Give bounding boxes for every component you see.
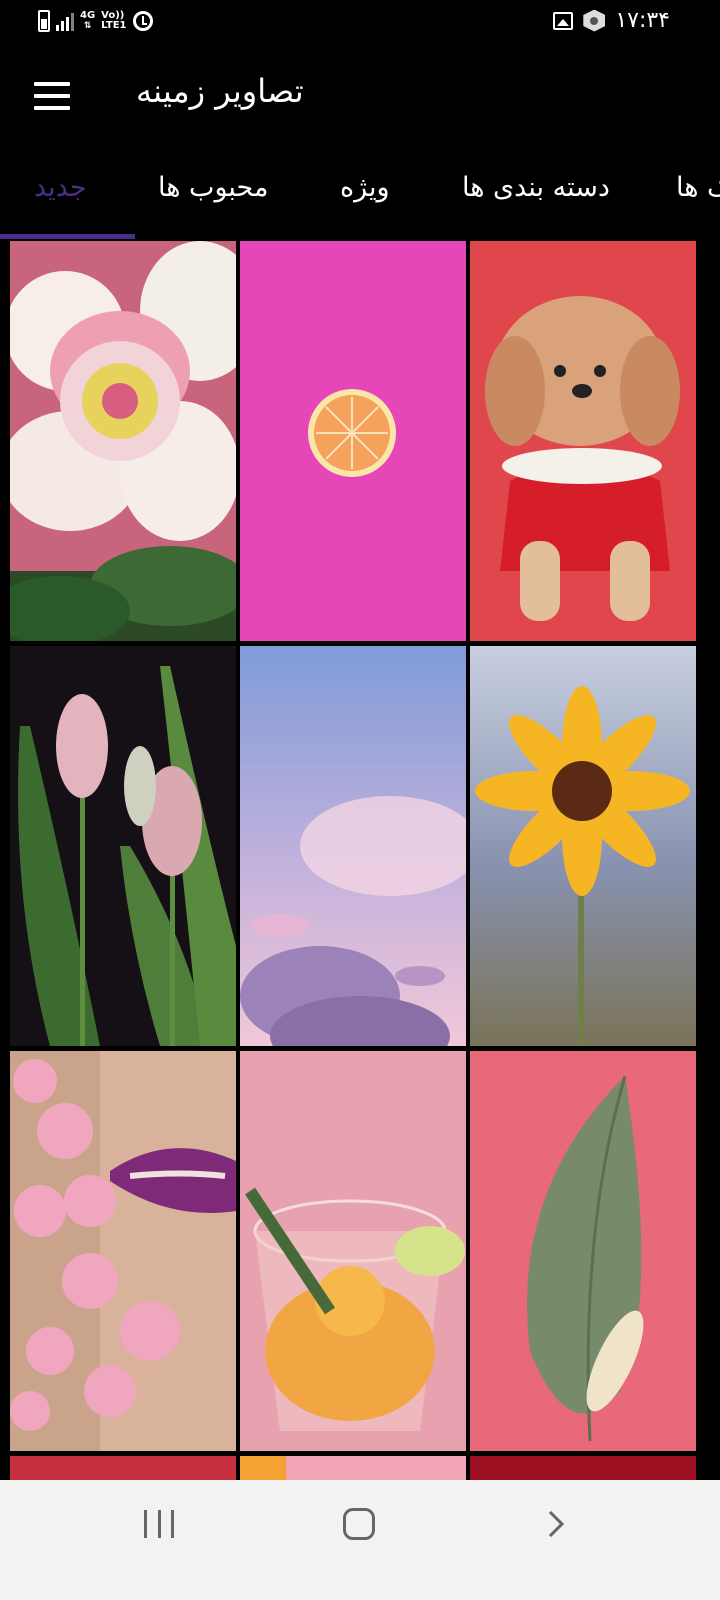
lemon-slice-on-pink-wallpaper[interactable] bbox=[240, 241, 466, 641]
recent-apps-icon[interactable] bbox=[144, 1510, 174, 1538]
dog-on-red-wallpaper[interactable] bbox=[470, 241, 696, 641]
back-icon[interactable] bbox=[546, 1510, 566, 1538]
image-icon bbox=[553, 11, 574, 30]
tab-bar: جدید محبوب ها ویژه دسته بندی ها ک ها bbox=[0, 152, 720, 236]
pink-flower-wallpaper[interactable] bbox=[10, 241, 236, 641]
status-left-group: 4G ⇅ Vo)) LTE1 bbox=[38, 10, 154, 32]
app-title: تصاویر زمینه bbox=[136, 72, 304, 110]
status-clock: ۱۷:۳۴ bbox=[615, 8, 670, 33]
status-bar: 4G ⇅ Vo)) LTE1 ۱۷:۳۴ bbox=[0, 0, 720, 44]
volte-label: Vo)) LTE1 bbox=[101, 10, 127, 31]
tab-categories[interactable]: دسته بندی ها bbox=[462, 172, 610, 203]
app-bar: تصاویر زمینه bbox=[0, 44, 720, 152]
citrus-drink-wallpaper[interactable] bbox=[240, 1051, 466, 1451]
hamburger-menu-icon[interactable] bbox=[30, 78, 74, 114]
active-tab-indicator bbox=[0, 234, 135, 239]
status-right-group: ۱۷:۳۴ bbox=[553, 8, 670, 33]
tab-featured[interactable]: ویژه bbox=[340, 172, 390, 203]
network-4g-label: 4G bbox=[80, 10, 96, 21]
tab-new[interactable]: جدید bbox=[34, 172, 87, 203]
signal-icon bbox=[56, 11, 74, 31]
tulips-wallpaper[interactable] bbox=[10, 646, 236, 1046]
tab-popular[interactable]: محبوب ها bbox=[158, 172, 268, 203]
network-4g-indicator: 4G ⇅ bbox=[80, 10, 96, 32]
battery-icon bbox=[38, 10, 50, 32]
lips-and-blossoms-wallpaper[interactable] bbox=[10, 1051, 236, 1451]
peace-lily-wallpaper[interactable] bbox=[470, 1051, 696, 1451]
alarm-icon bbox=[133, 11, 154, 31]
system-nav-bar bbox=[0, 1480, 720, 1600]
home-icon[interactable] bbox=[343, 1508, 375, 1540]
tab-partial[interactable]: ک ها bbox=[676, 172, 720, 203]
sunflower-wallpaper[interactable] bbox=[470, 646, 696, 1046]
pink-sky-clouds-wallpaper[interactable] bbox=[240, 646, 466, 1046]
vpn-hex-icon bbox=[583, 9, 606, 32]
wallpaper-grid bbox=[0, 241, 720, 1511]
